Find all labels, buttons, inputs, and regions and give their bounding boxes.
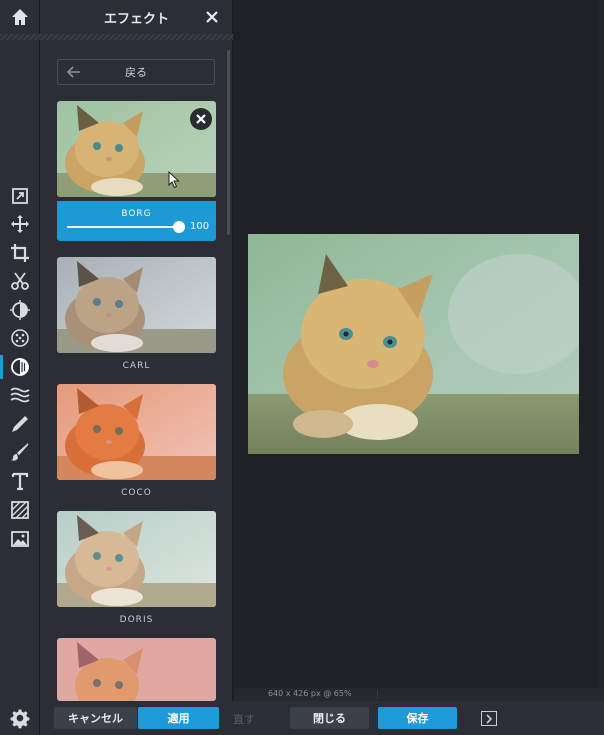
tool-move[interactable] [0, 210, 40, 238]
panel-scrollbar[interactable] [227, 50, 230, 235]
effect-label-carl: CARL [122, 361, 151, 371]
bottom-action-bar: 直す 閉じる 保存 [233, 701, 604, 735]
resize-icon [12, 188, 28, 204]
toolbar-divider [0, 34, 40, 40]
close-icon [206, 11, 218, 23]
home-button[interactable] [0, 3, 40, 31]
move-icon [11, 215, 29, 233]
image-icon [11, 531, 29, 547]
cut-icon [11, 272, 29, 290]
image-canvas[interactable] [234, 0, 604, 688]
status-bar: 640 x 426 px @ 65% [234, 688, 604, 701]
kitten-thumbnail-image [57, 257, 216, 353]
crop-icon [11, 244, 29, 262]
apply-button[interactable]: 適用 [138, 707, 219, 729]
expand-icon [486, 713, 493, 724]
kitten-thumbnail-image [57, 511, 216, 607]
adjust-icon [10, 300, 30, 320]
panel-divider [40, 34, 233, 40]
filter-dots-icon [11, 329, 29, 347]
effect-thumbnail-doris[interactable] [57, 511, 216, 607]
effect-thumbnail-next[interactable] [57, 638, 216, 701]
effect-label-doris: DORIS [119, 615, 154, 625]
mouse-cursor-icon [168, 171, 180, 189]
redo-button[interactable]: 直す [233, 711, 255, 727]
panel-close-button[interactable] [203, 8, 221, 26]
gear-icon [10, 709, 30, 729]
tool-brush[interactable] [0, 438, 40, 466]
effect-icon [11, 358, 29, 376]
panel-title: エフェクト [103, 11, 169, 27]
canvas-scrollbar[interactable] [598, 0, 604, 688]
kitten-photo [248, 234, 579, 454]
save-button[interactable]: 保存 [378, 707, 457, 729]
status-divider [377, 690, 378, 699]
tool-image[interactable] [0, 525, 40, 553]
brush-icon [11, 443, 29, 461]
tool-filter[interactable] [0, 324, 40, 352]
image-size-readout: 640 x 426 px @ 65% [268, 689, 352, 698]
effect-strength-value: 100 [190, 221, 210, 232]
tool-crop[interactable] [0, 239, 40, 267]
pipette-icon [12, 416, 28, 432]
active-effect-name: BORG [121, 209, 152, 219]
effect-thumbnail-coco[interactable] [57, 384, 216, 480]
back-label: 戻る [125, 66, 147, 79]
effect-thumbnail-carl[interactable] [57, 257, 216, 353]
texture-icon [11, 501, 29, 519]
tool-pipette[interactable] [0, 410, 40, 438]
slider-handle[interactable] [173, 221, 185, 233]
kitten-thumbnail-image [57, 638, 216, 701]
remove-effect-button[interactable] [190, 108, 212, 130]
arrow-left-icon [67, 66, 80, 78]
text-icon [11, 472, 29, 491]
tool-adjust[interactable] [0, 296, 40, 324]
close-icon [196, 114, 206, 124]
tool-texture[interactable] [0, 496, 40, 524]
wave-icon [10, 387, 30, 403]
effect-label-coco: COCO [121, 488, 152, 498]
cancel-button[interactable]: キャンセル [54, 707, 137, 729]
effect-panel: エフェクト 戻る BORG 100 CARL COCO DORIS [40, 0, 233, 735]
photo-editor-app: エフェクト 戻る BORG 100 CARL COCO DORIS キャンセル … [0, 0, 604, 735]
tool-wave[interactable] [0, 381, 40, 409]
active-effect-controls: BORG 100 [57, 201, 216, 241]
edited-image[interactable] [248, 234, 579, 454]
tool-text[interactable] [0, 467, 40, 495]
tool-sidebar [0, 0, 40, 735]
back-button[interactable]: 戻る [57, 59, 215, 85]
tool-resize[interactable] [0, 182, 40, 210]
kitten-thumbnail-image [57, 384, 216, 480]
panel-header: エフェクト [40, 0, 233, 34]
tool-cut[interactable] [0, 267, 40, 295]
settings-button[interactable] [0, 705, 40, 733]
panel-footer: キャンセル 適用 [40, 701, 233, 735]
effect-strength-slider[interactable] [67, 226, 179, 228]
expand-panel-button[interactable] [481, 711, 497, 726]
tool-effect[interactable] [0, 353, 40, 381]
close-button[interactable]: 閉じる [290, 707, 369, 729]
home-icon [12, 9, 28, 25]
